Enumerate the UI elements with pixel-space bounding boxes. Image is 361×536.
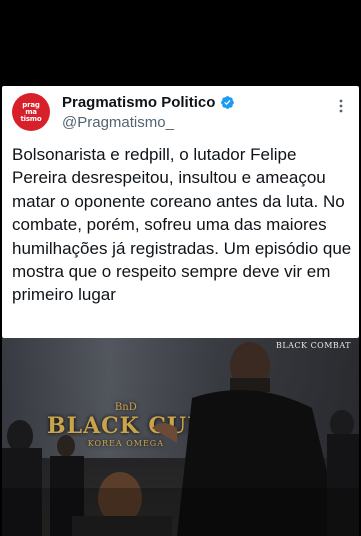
tweet-card[interactable]: prag ma tismo Pragmatismo Politico @Prag…: [2, 86, 359, 338]
top-black-margin: [0, 0, 361, 86]
tweet-text: Bolsonarista e redpill, o lutador Felipe…: [12, 145, 352, 305]
verified-badge-icon: [221, 96, 235, 109]
display-name[interactable]: Pragmatismo Politico: [62, 94, 215, 111]
video-player[interactable]: BLACK COMBAT BnD BLACK CUP KOREA OMEGA: [2, 338, 359, 536]
handle[interactable]: @Pragmatismo_: [62, 114, 174, 131]
more-options-icon[interactable]: [333, 98, 349, 114]
video-scene-figures: [2, 342, 359, 536]
avatar-text-line-3: tismo: [20, 114, 42, 123]
author-name-row: Pragmatismo Politico: [62, 94, 235, 111]
avatar[interactable]: prag ma tismo: [12, 93, 50, 131]
